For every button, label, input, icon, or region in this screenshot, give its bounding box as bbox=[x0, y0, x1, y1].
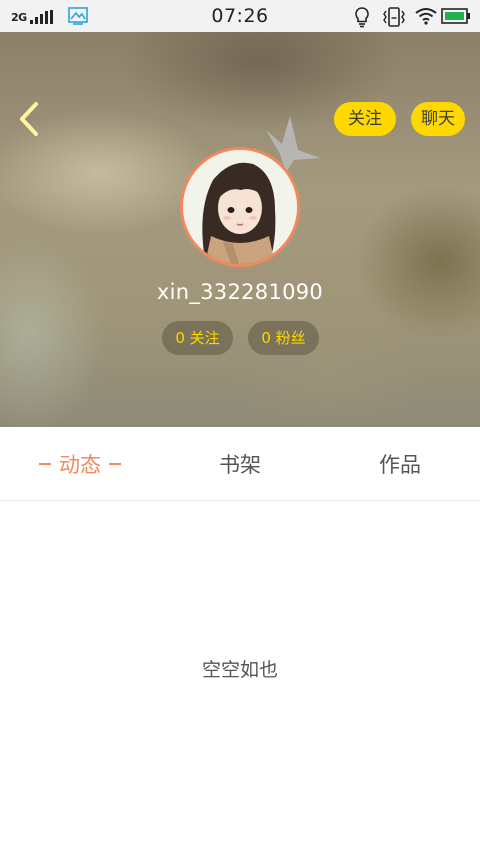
tab-works[interactable]: 作品 bbox=[320, 427, 480, 500]
empty-state-text: 空空如也 bbox=[201, 659, 278, 681]
clock: 07:26 bbox=[211, 5, 269, 27]
tab-indicator-right bbox=[109, 463, 121, 465]
follow-button[interactable]: 关注 bbox=[334, 102, 396, 136]
fans-count[interactable]: 0 粉丝 bbox=[248, 321, 319, 355]
profile-header: 关注 聊天 xin_332281090 0 关注 0 粉丝 bbox=[0, 32, 480, 427]
tab-dynamic[interactable]: 动态 bbox=[0, 427, 160, 500]
tab-dynamic-label: 动态 bbox=[59, 453, 101, 477]
bulb-icon bbox=[355, 7, 369, 28]
tab-bookshelf-label: 书架 bbox=[219, 453, 261, 477]
tab-works-label: 作品 bbox=[379, 453, 421, 477]
vibrate-icon bbox=[383, 7, 405, 27]
following-count[interactable]: 0 关注 bbox=[162, 321, 233, 355]
avatar-illustration bbox=[183, 150, 297, 264]
username: xin_332281090 bbox=[156, 280, 324, 304]
status-bar: 2G 07:26 bbox=[0, 0, 480, 32]
battery-icon bbox=[441, 8, 470, 24]
tab-bar: 动态 书架 作品 bbox=[0, 427, 480, 501]
tab-bookshelf[interactable]: 书架 bbox=[160, 427, 320, 500]
content-area: 空空如也 bbox=[0, 501, 480, 854]
tab-indicator-left bbox=[39, 463, 51, 465]
wifi-icon bbox=[415, 8, 437, 25]
chat-button[interactable]: 聊天 bbox=[411, 102, 465, 136]
chevron-left-icon bbox=[20, 102, 38, 136]
back-button[interactable] bbox=[14, 100, 44, 138]
avatar[interactable] bbox=[180, 147, 300, 267]
